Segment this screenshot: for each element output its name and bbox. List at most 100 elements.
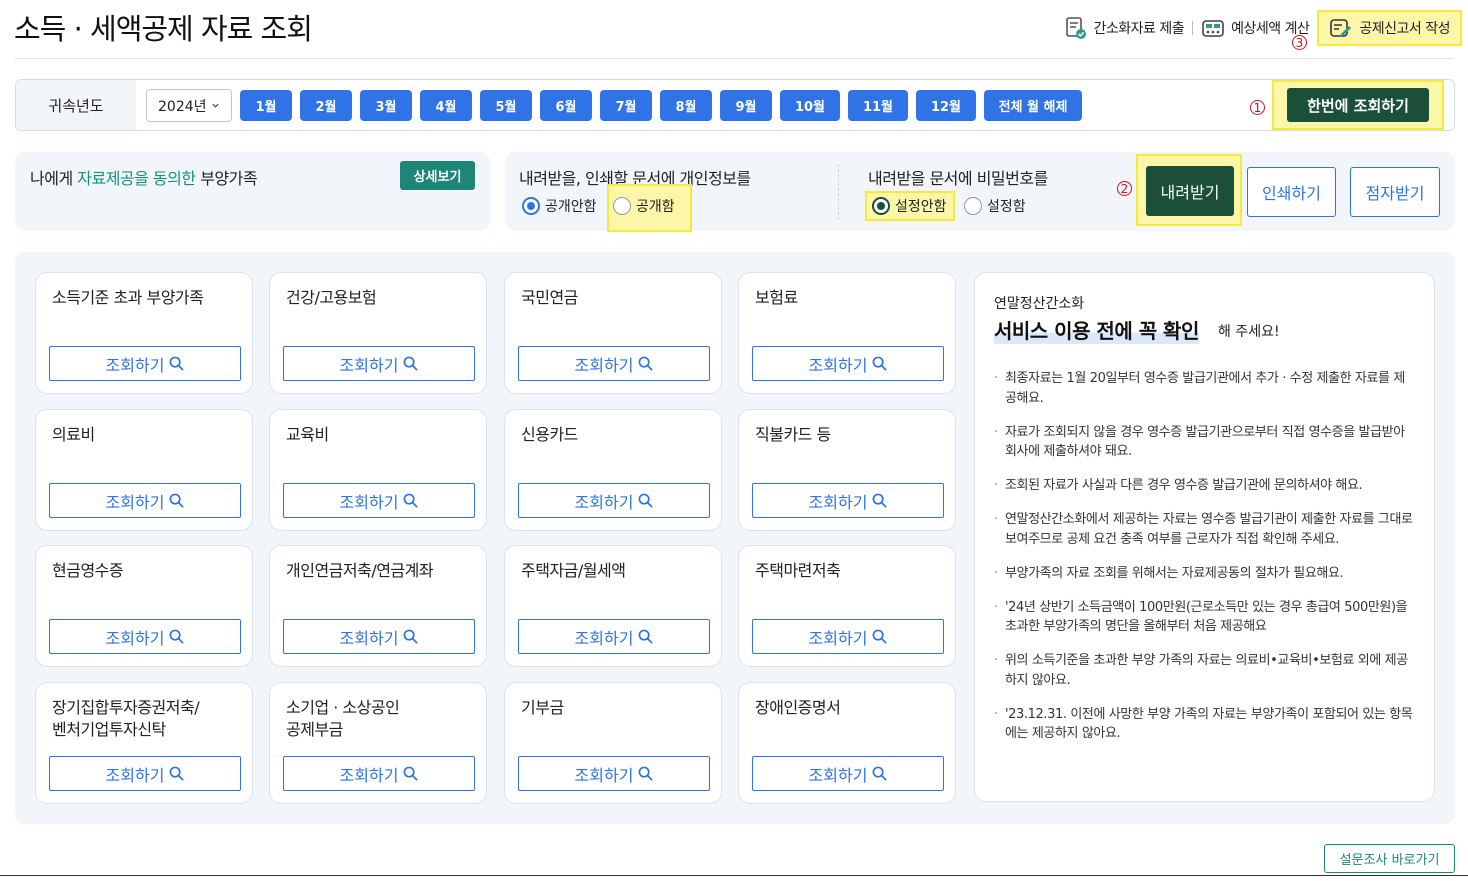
category-card: 소기업 · 소상공인 공제부금 조회하기 bbox=[269, 682, 487, 804]
search-icon bbox=[873, 766, 887, 781]
lookup-button[interactable]: 조회하기 bbox=[518, 483, 710, 518]
search-icon bbox=[873, 356, 887, 371]
print-button[interactable]: 인쇄하기 bbox=[1247, 167, 1336, 217]
privacy-public-label: 공개함 bbox=[636, 199, 675, 215]
category-card: 장기집합투자증권저축/ 벤처기업투자신탁 조회하기 bbox=[35, 682, 253, 804]
lookup-button[interactable]: 조회하기 bbox=[49, 619, 241, 654]
lookup-button[interactable]: 조회하기 bbox=[283, 346, 475, 381]
clear-all-months-button[interactable]: 전체 월 해제 bbox=[984, 90, 1082, 121]
privacy-private-label: 공개안함 bbox=[545, 199, 597, 215]
lookup-button-label: 조회하기 bbox=[105, 765, 165, 785]
lookup-button[interactable]: 조회하기 bbox=[518, 619, 710, 654]
lookup-button-label: 조회하기 bbox=[574, 355, 634, 375]
month-buttons: 1월 2월 3월 4월 5월 6월 7월 8월 9월 10월 11월 12월 전… bbox=[240, 90, 1082, 121]
category-card-title: 기부금 bbox=[521, 698, 564, 717]
month-button-1[interactable]: 1월 bbox=[240, 90, 292, 121]
month-button-9[interactable]: 9월 bbox=[720, 90, 772, 121]
category-card: 보험료조회하기 bbox=[738, 272, 956, 394]
submit-simplified-data-link[interactable]: 간소화자료 제출 bbox=[1056, 16, 1193, 40]
notice-subtitle: 연말정산간소화 bbox=[994, 296, 1085, 312]
category-card: 의료비 조회하기 bbox=[35, 409, 253, 531]
detail-view-button[interactable]: 상세보기 bbox=[400, 161, 475, 190]
month-button-2[interactable]: 2월 bbox=[300, 90, 352, 121]
category-card-title: 직불카드 등 bbox=[755, 425, 831, 444]
lookup-button-label: 조회하기 bbox=[339, 355, 399, 375]
search-icon bbox=[170, 766, 184, 781]
category-card: 개인연금저축/연금계좌조회하기 bbox=[269, 545, 487, 667]
radio-selected-icon bbox=[872, 197, 890, 215]
lookup-button[interactable]: 조회하기 bbox=[283, 756, 475, 791]
lookup-button[interactable]: 조회하기 bbox=[518, 346, 710, 381]
submit-simplified-data-label: 간소화자료 제출 bbox=[1093, 21, 1185, 37]
category-card-title: 교육비 bbox=[286, 425, 329, 444]
month-button-10[interactable]: 10월 bbox=[780, 90, 840, 121]
notice-item: 조회된 자료가 사실과 다른 경우 영수증 발급기관에 문의하셔야 해요. bbox=[994, 476, 1414, 496]
lookup-button[interactable]: 조회하기 bbox=[49, 346, 241, 381]
lookup-button-label: 조회하기 bbox=[574, 492, 634, 512]
category-card: 직불카드 등조회하기 bbox=[738, 409, 956, 531]
lookup-button[interactable]: 조회하기 bbox=[752, 619, 944, 654]
consent-text-suffix: 부양가족 bbox=[195, 169, 258, 188]
category-card: 주택마련저축 조회하기 bbox=[738, 545, 956, 667]
lookup-button-label: 조회하기 bbox=[574, 765, 634, 785]
month-button-12[interactable]: 12월 bbox=[916, 90, 976, 121]
month-button-6[interactable]: 6월 bbox=[540, 90, 592, 121]
lookup-button[interactable]: 조회하기 bbox=[49, 483, 241, 518]
header-divider bbox=[14, 58, 1454, 59]
notice-item: 최종자료는 1월 20일부터 영수증 발급기관에서 추가 · 수정 제출한 자료… bbox=[994, 369, 1414, 408]
search-icon bbox=[639, 629, 653, 644]
dependent-consent-text: 나에게 자료제공을 동의한 부양가족 bbox=[30, 165, 258, 189]
category-card: 주택자금/월세액 조회하기 bbox=[504, 545, 722, 667]
month-button-4[interactable]: 4월 bbox=[420, 90, 472, 121]
category-card-title: 건강/고용보험 bbox=[286, 288, 377, 307]
lookup-button[interactable]: 조회하기 bbox=[752, 756, 944, 791]
notice-item: 부양가족의 자료 조회를 위해서는 자료제공동의 절차가 필요해요. bbox=[994, 564, 1414, 584]
year-label: 귀속년도 bbox=[16, 80, 136, 130]
lookup-button-label: 조회하기 bbox=[808, 628, 868, 648]
lookup-button-label: 조회하기 bbox=[339, 628, 399, 648]
search-icon bbox=[639, 766, 653, 781]
search-icon bbox=[404, 356, 418, 371]
category-card-title: 개인연금저축/연금계좌 bbox=[286, 561, 434, 580]
month-button-3[interactable]: 3월 bbox=[360, 90, 412, 121]
privacy-radio-private[interactable]: 공개안함 bbox=[522, 196, 597, 216]
radio-unselected-icon bbox=[964, 197, 982, 215]
top-links: 간소화자료 제출 예상세액 계산 공제신고서 작성 bbox=[1056, 10, 1462, 46]
category-card: 장애인증명서조회하기 bbox=[738, 682, 956, 804]
braille-button[interactable]: 점자받기 bbox=[1350, 167, 1440, 217]
password-radio-set[interactable]: 설정함 bbox=[964, 196, 1026, 216]
lookup-button[interactable]: 조회하기 bbox=[283, 483, 475, 518]
password-radio-none[interactable]: 설정안함 bbox=[872, 196, 947, 216]
lookup-button[interactable]: 조회하기 bbox=[752, 346, 944, 381]
deduction-form-link[interactable]: 공제신고서 작성 bbox=[1317, 10, 1462, 46]
privacy-radio-public[interactable]: 공개함 bbox=[613, 196, 675, 216]
month-button-11[interactable]: 11월 bbox=[848, 90, 908, 121]
category-card-title: 신용카드 bbox=[521, 425, 578, 444]
category-card-title: 장애인증명서 bbox=[755, 698, 841, 717]
category-card: 현금영수증 조회하기 bbox=[35, 545, 253, 667]
download-button[interactable]: 내려받기 bbox=[1146, 166, 1234, 216]
lookup-button[interactable]: 조회하기 bbox=[752, 483, 944, 518]
lookup-all-button[interactable]: 한번에 조회하기 bbox=[1287, 88, 1429, 122]
search-icon bbox=[404, 629, 418, 644]
lookup-button-label: 조회하기 bbox=[339, 492, 399, 512]
year-select[interactable]: 2024년 bbox=[146, 89, 232, 122]
notice-item: '24년 상반기 소득금액이 100만원(근로소득만 있는 경우 총급여 500… bbox=[994, 598, 1414, 637]
marker-2: 2 bbox=[1117, 181, 1132, 196]
deduction-form-label: 공제신고서 작성 bbox=[1359, 21, 1450, 37]
lookup-button[interactable]: 조회하기 bbox=[283, 619, 475, 654]
month-button-7[interactable]: 7월 bbox=[600, 90, 652, 121]
lookup-button[interactable]: 조회하기 bbox=[518, 756, 710, 791]
survey-link-button[interactable]: 설문조사 바로가기 bbox=[1324, 844, 1455, 873]
lookup-button[interactable]: 조회하기 bbox=[49, 756, 241, 791]
month-button-5[interactable]: 5월 bbox=[480, 90, 532, 121]
lookup-button-label: 조회하기 bbox=[808, 492, 868, 512]
category-card: 국민연금 조회하기 bbox=[504, 272, 722, 394]
notice-title-tail: 해 주세요! bbox=[1218, 324, 1280, 340]
month-button-8[interactable]: 8월 bbox=[660, 90, 712, 121]
bottom-border bbox=[0, 875, 1468, 876]
category-card: 소득기준 초과 부양가족 조회하기 bbox=[35, 272, 253, 394]
category-card-title: 보험료 bbox=[755, 288, 798, 307]
search-icon bbox=[404, 493, 418, 508]
marker-1: 1 bbox=[1250, 100, 1265, 115]
